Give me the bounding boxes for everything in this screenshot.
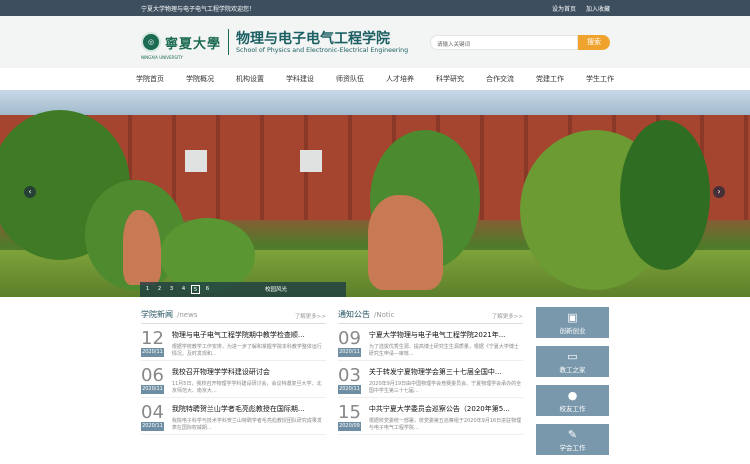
tile-label: 学会工作: [559, 444, 586, 452]
pager-dot[interactable]: 4: [179, 285, 188, 294]
search-input[interactable]: 请输入关键词: [430, 35, 578, 50]
news-more-link[interactable]: 了解更多>>: [295, 312, 326, 320]
search-box: 请输入关键词 搜索: [430, 35, 610, 50]
banner-pager: 1 2 3 4 5 6: [143, 285, 215, 294]
news-section: 学院新闻/news 了解更多>> 12 2020/11 物理与电子电气工程学院期中…: [141, 309, 326, 464]
news-headline[interactable]: 我校召开物理学学科建设研讨会: [172, 367, 322, 377]
news-headline[interactable]: 物理与电子电气工程学院期中教学检查顺...: [172, 330, 322, 340]
briefcase-icon: ▣: [567, 311, 578, 324]
pager-dot[interactable]: 6: [203, 285, 212, 294]
notice-item[interactable]: 15 2020/09 中共宁夏大学委员会巡察公告（2020年第5... 根据校党委统…: [338, 398, 523, 435]
monitor-icon: ▭: [567, 350, 578, 363]
news-item[interactable]: 12 2020/11 物理与电子电气工程学院期中教学检查顺... 根据学校教学工作安…: [141, 324, 326, 361]
notice-headline[interactable]: 宁夏大学物理与电子电气工程学院2021年...: [369, 330, 519, 340]
tile-label: 校友工作: [559, 405, 586, 413]
pager-dot-active[interactable]: 5: [191, 285, 200, 294]
tile-label: 创新创业: [559, 327, 586, 335]
nav-item-research[interactable]: 科学研究: [436, 74, 464, 84]
nav-item-overview[interactable]: 学院概况: [186, 74, 214, 84]
quick-link-alumni[interactable]: ● 校友工作: [536, 385, 609, 416]
notice-headline[interactable]: 关于转发宁夏物理学会第三十七届全国中...: [369, 367, 519, 377]
person-icon: ●: [567, 389, 578, 402]
notice-summary: 根据校党委统一部署，校党委第五巡察组于2020年9月16日进驻物理与电子电气工程…: [368, 418, 522, 431]
news-day: 12: [141, 328, 164, 349]
content-area: 学院新闻/news 了解更多>> 12 2020/11 物理与电子电气工程学院期中…: [0, 297, 750, 464]
nav-item-student[interactable]: 学生工作: [586, 74, 614, 84]
notice-day: 03: [338, 365, 361, 386]
notice-summary: 为了选拔优秀生源，提高博士研究生生源质量，根据《宁夏大学博士研究生申请—审核..…: [368, 344, 519, 357]
notice-subtitle: /Notic: [374, 311, 395, 319]
news-day: 06: [141, 365, 164, 386]
nav-item-party[interactable]: 党建工作: [536, 74, 564, 84]
university-seal-icon[interactable]: ◎: [141, 32, 161, 52]
quick-link-staff-home[interactable]: ▭ 教工之家: [536, 346, 609, 377]
nav-item-discipline[interactable]: 学科建设: [286, 74, 314, 84]
nav-item-faculty[interactable]: 师资队伍: [336, 74, 364, 84]
quick-link-society[interactable]: ✎ 学会工作: [536, 424, 609, 455]
pager-dot[interactable]: 3: [167, 285, 176, 294]
main-nav: 学院首页 学院概况 机构设置 学科建设 师资队伍 人才培养 科学研究 合作交流 …: [0, 68, 750, 90]
next-arrow-icon[interactable]: ›: [713, 186, 725, 198]
logo-divider: [228, 29, 230, 55]
news-month: 2020/11: [141, 422, 164, 431]
news-headline[interactable]: 我院特聘贺兰山学者毛亮彪教授在国际期...: [172, 404, 322, 414]
news-summary: 11月5日，我校召开物理学学科建设研讨会，会议特邀复旦大学、北京师范大、南京大.…: [171, 381, 322, 394]
top-bar: 宁夏大学物理与电子电气工程学院欢迎您！ 设为首页 加入收藏: [0, 0, 750, 16]
notice-summary: 2020年9月19日由中国物理学会竞赛委员会、宁夏物理学会承办的全国中学生第三十…: [368, 381, 522, 394]
notice-day: 09: [338, 328, 361, 349]
news-title: 学院新闻: [141, 310, 173, 319]
notice-section: 通知公告/Notic 了解更多>> 09 2020/11 宁夏大学物理与电子电气工…: [338, 309, 523, 464]
news-month: 2020/11: [141, 385, 164, 394]
pager-dot[interactable]: 2: [155, 285, 164, 294]
news-item[interactable]: 04 2020/11 我院特聘贺兰山学者毛亮彪教授在国际期... 我院电子科学与技术…: [141, 398, 326, 435]
prev-arrow-icon[interactable]: ‹: [24, 186, 36, 198]
school-title-cn: 物理与电子电气工程学院: [236, 30, 391, 47]
document-icon: ✎: [567, 428, 578, 441]
notice-day: 15: [338, 402, 361, 423]
university-logo-sub: NINGXIA UNIVERSITY: [141, 55, 183, 60]
news-day: 04: [141, 402, 164, 423]
notice-item[interactable]: 09 2020/11 宁夏大学物理与电子电气工程学院2021年... 为了选拔优秀生…: [338, 324, 523, 361]
news-item[interactable]: 06 2020/11 我校召开物理学学科建设研讨会 11月5日，我校召开物理学学科建…: [141, 361, 326, 398]
quick-links: ▣ 创新创业 ▭ 教工之家 ● 校友工作 ✎ 学会工作: [536, 307, 609, 463]
banner-slider[interactable]: ‹ ›: [0, 90, 750, 297]
nav-item-cooperation[interactable]: 合作交流: [486, 74, 514, 84]
news-summary: 我院电子科学与技术学科贺兰山特聘学者毛亮彪教授团队研究成果发表在国际权威期...: [171, 418, 322, 431]
nav-item-organization[interactable]: 机构设置: [236, 74, 264, 84]
university-logo-script[interactable]: 寧夏大學: [165, 33, 221, 52]
notice-month: 2020/11: [338, 385, 361, 394]
search-button[interactable]: 搜索: [578, 35, 610, 50]
school-title-en: School of Physics and Electronic-Electri…: [236, 46, 409, 54]
news-month: 2020/11: [141, 348, 164, 357]
notice-item[interactable]: 03 2020/11 关于转发宁夏物理学会第三十七届全国中... 2020年9月19…: [338, 361, 523, 398]
notice-headline[interactable]: 中共宁夏大学委员会巡察公告（2020年第5...: [369, 404, 519, 414]
news-subtitle: /news: [177, 311, 198, 319]
quick-link-innovation[interactable]: ▣ 创新创业: [536, 307, 609, 338]
notice-title: 通知公告: [338, 310, 370, 319]
news-summary: 根据学校教学工作安排，为进一步了解和掌握学院本科教学整体运行情况，及时发现和..…: [171, 344, 322, 357]
nav-item-training[interactable]: 人才培养: [386, 74, 414, 84]
header: ◎ 寧夏大學 NINGXIA UNIVERSITY 物理与电子电气工程学院 Sc…: [0, 16, 750, 68]
school-title[interactable]: 物理与电子电气工程学院 School of Physics and Electr…: [236, 31, 408, 54]
notice-month: 2020/11: [338, 348, 361, 357]
tile-label: 教工之家: [559, 366, 586, 374]
banner-caption: 校园风光: [265, 287, 288, 293]
set-home-link[interactable]: 设为首页: [552, 6, 576, 13]
bookmark-link[interactable]: 加入收藏: [586, 6, 610, 13]
welcome-text: 宁夏大学物理与电子电气工程学院欢迎您！: [141, 5, 256, 13]
pager-dot[interactable]: 1: [143, 285, 152, 294]
notice-more-link[interactable]: 了解更多>>: [492, 312, 523, 320]
nav-item-home[interactable]: 学院首页: [136, 74, 164, 84]
notice-month: 2020/09: [338, 422, 361, 431]
